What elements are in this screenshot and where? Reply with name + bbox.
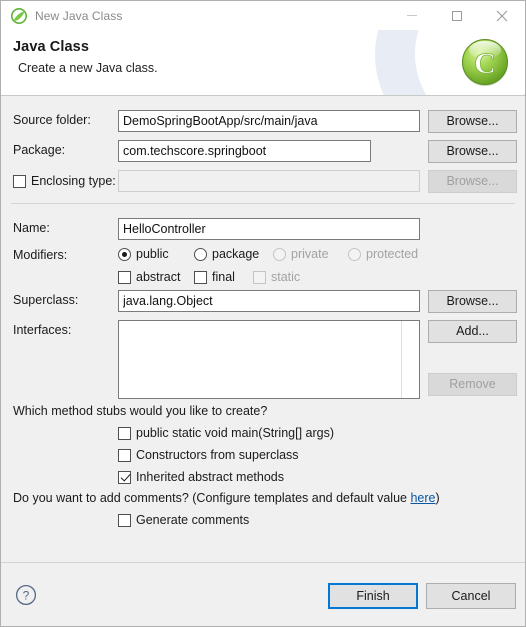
spring-leaf-icon (11, 7, 27, 24)
superclass-row: Superclass: Browse... (1, 290, 525, 313)
enclosing-type-checkbox[interactable]: Enclosing type: (13, 174, 116, 188)
modifier-radio-public[interactable]: public (118, 247, 169, 261)
svg-text:C: C (474, 47, 496, 80)
source-folder-browse-button[interactable]: Browse... (428, 110, 517, 133)
help-icon[interactable]: ? (15, 584, 37, 606)
modifier-checkbox-abstract[interactable]: abstract (118, 270, 180, 284)
stub-checkbox-constructors[interactable]: Constructors from superclass (118, 448, 299, 462)
superclass-browse-button[interactable]: Browse... (428, 290, 517, 313)
minimize-button[interactable] (389, 1, 434, 30)
close-icon (496, 10, 508, 21)
package-label: Package: (13, 143, 66, 157)
comments-question-prefix: Do you want to add comments? (Configure … (13, 491, 411, 505)
title-bar: New Java Class (1, 1, 525, 30)
dialog-body: Source folder: Browse... Package: Browse… (1, 96, 525, 562)
superclass-label: Superclass: (13, 293, 79, 307)
stub-checkbox-main[interactable]: public static void main(String[] args) (118, 426, 334, 440)
cancel-button[interactable]: Cancel (426, 583, 516, 609)
close-button[interactable] (479, 1, 525, 30)
modifier-label: static (271, 270, 301, 284)
interfaces-scrollbar[interactable] (401, 321, 419, 398)
interfaces-row: Interfaces: Add... Remove (1, 320, 525, 400)
dialog-footer: ? Finish Cancel (1, 562, 525, 626)
interfaces-add-button[interactable]: Add... (428, 320, 517, 343)
modifier-radio-private[interactable]: private (273, 247, 329, 261)
interfaces-label: Interfaces: (13, 323, 72, 337)
generate-comments-checkbox[interactable]: Generate comments (118, 513, 249, 527)
class-name-input[interactable] (118, 218, 420, 240)
modifier-label: protected (366, 247, 419, 261)
radio-dot (273, 247, 286, 261)
java-class-wizard-icon: C (462, 39, 508, 86)
modifier-label: public (136, 247, 169, 261)
comments-question: Do you want to add comments? (Configure … (13, 491, 440, 505)
enclosing-type-browse-button[interactable]: Browse... (428, 170, 517, 193)
modifier-radio-package[interactable]: package (194, 247, 259, 261)
stub-checkbox-inherited[interactable]: Inherited abstract methods (118, 470, 284, 484)
modifier-checkbox-final[interactable]: final (194, 270, 235, 284)
modifier-label: final (212, 270, 235, 284)
method-stubs-question: Which method stubs would you like to cre… (13, 404, 268, 418)
checkbox-box (118, 513, 131, 527)
name-label: Name: (13, 221, 50, 235)
stub-label: Inherited abstract methods (136, 470, 284, 484)
radio-dot (348, 247, 361, 261)
checkbox-box (253, 270, 266, 284)
page-title: Java Class (13, 39, 89, 55)
interfaces-list[interactable] (118, 320, 420, 399)
configure-templates-link[interactable]: here (410, 491, 435, 505)
enclosing-type-row: Enclosing type: Browse... (1, 170, 525, 193)
package-row: Package: Browse... (1, 140, 525, 163)
window-controls (389, 1, 525, 30)
minimize-icon (406, 15, 417, 16)
checkbox-box (118, 470, 131, 484)
checkbox-box (118, 270, 131, 284)
source-folder-row: Source folder: Browse... (1, 110, 525, 133)
maximize-button[interactable] (434, 1, 479, 30)
radio-dot (118, 247, 131, 261)
source-folder-input[interactable] (118, 110, 420, 132)
enclosing-type-input[interactable] (118, 170, 420, 192)
maximize-icon (451, 10, 462, 21)
checkbox-box (118, 448, 131, 462)
modifier-label: abstract (136, 270, 181, 284)
modifier-radio-protected[interactable]: protected (348, 247, 418, 261)
generate-comments-label: Generate comments (136, 513, 250, 527)
package-browse-button[interactable]: Browse... (428, 140, 517, 163)
window-title: New Java Class (35, 8, 123, 23)
checkbox-box (118, 426, 131, 440)
superclass-input[interactable] (118, 290, 420, 312)
name-row: Name: (1, 218, 525, 240)
modifiers-label: Modifiers: (13, 248, 68, 262)
section-divider-1 (11, 203, 515, 204)
package-input[interactable] (118, 140, 371, 162)
svg-text:?: ? (23, 589, 30, 603)
radio-dot (194, 247, 207, 261)
interfaces-remove-button[interactable]: Remove (428, 373, 517, 396)
wizard-banner: Java Class Create a new Java class. C (1, 30, 525, 96)
stub-label: public static void main(String[] args) (136, 426, 334, 440)
checkbox-box (13, 174, 26, 188)
modifiers-row: Modifiers: public package private protec… (1, 245, 525, 289)
source-folder-label: Source folder: (13, 113, 91, 127)
page-description: Create a new Java class. (18, 61, 158, 75)
enclosing-type-label: Enclosing type: (31, 174, 116, 188)
new-java-class-dialog: New Java Class Java Class Create a new J… (0, 0, 526, 627)
finish-button[interactable]: Finish (328, 583, 418, 609)
modifier-label: package (212, 247, 260, 261)
checkbox-box (194, 270, 207, 284)
stub-label: Constructors from superclass (136, 448, 299, 462)
comments-question-suffix: ) (435, 491, 440, 505)
modifier-label: private (291, 247, 329, 261)
modifier-checkbox-static[interactable]: static (253, 270, 300, 284)
